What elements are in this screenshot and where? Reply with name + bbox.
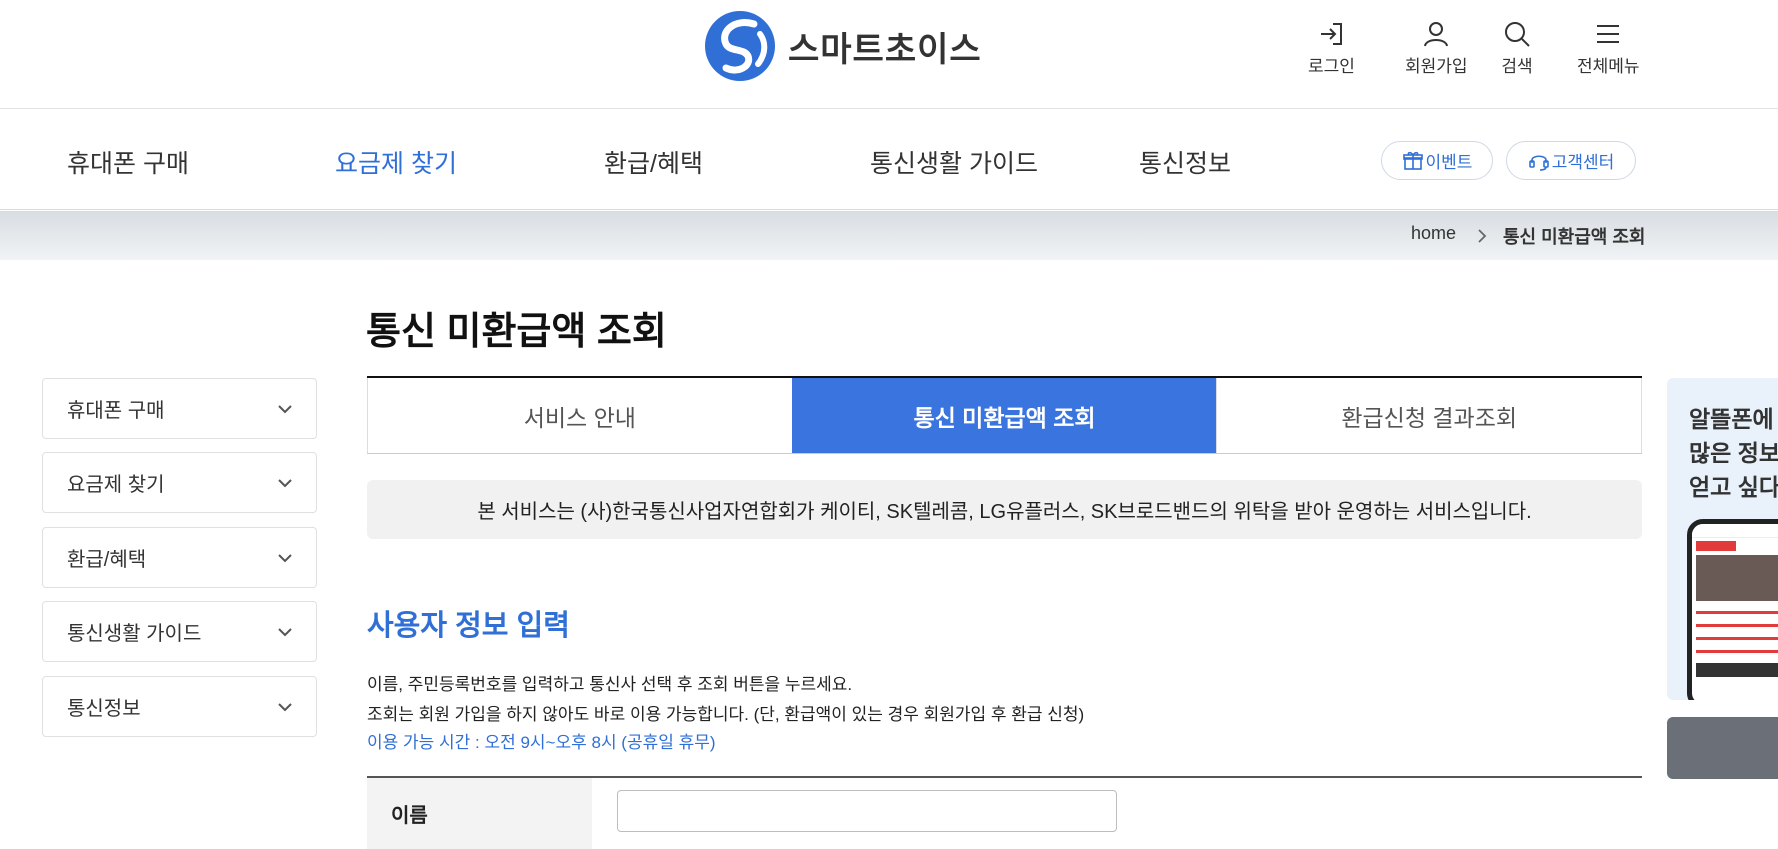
phone-mockup-image (1687, 519, 1778, 700)
side-menu-phone-purchase[interactable]: 휴대폰 구매 (42, 378, 317, 439)
tab-refund-result[interactable]: 환급신청 결과조회 (1216, 378, 1643, 453)
service-notice-text: 본 서비스는 (사)한국통신사업자연합회가 케이티, SK텔레콤, LG유플러스… (477, 501, 1532, 523)
login-label: 로그인 (1308, 57, 1355, 76)
login-button[interactable]: 로그인 (1308, 18, 1355, 77)
breadcrumb: home 통신 미환급액 조회 (0, 211, 1778, 260)
hamburger-icon (1597, 25, 1620, 43)
side-menu-telecom-info[interactable]: 통신정보 (42, 676, 317, 737)
all-menu-button[interactable]: 전체메뉴 (1577, 18, 1640, 77)
headset-icon (1528, 154, 1549, 171)
side-menu-plan-finder[interactable]: 요금제 찾기 (42, 452, 317, 513)
nav-refund-benefit[interactable]: 환급/혜택 (604, 144, 703, 180)
side-menu-label: 통신정보 (67, 698, 141, 720)
all-menu-label: 전체메뉴 (1577, 57, 1640, 76)
chevron-down-icon (278, 554, 292, 563)
section-title: 사용자 정보 입력 (367, 610, 570, 642)
search-button[interactable]: 검색 (1501, 18, 1533, 77)
logo-text: 스마트초이스 (788, 30, 982, 69)
page-title: 통신 미환급액 조회 (366, 311, 667, 353)
user-icon (1424, 22, 1449, 47)
chevron-down-icon (278, 628, 292, 637)
service-notice: 본 서비스는 (사)한국통신사업자연합회가 케이티, SK텔레콤, LG유플러스… (367, 480, 1642, 539)
chevron-down-icon (278, 405, 292, 414)
name-label-text: 이름 (391, 805, 428, 827)
chevron-down-icon (278, 479, 292, 488)
side-menu-label: 통신생활 가이드 (67, 623, 202, 645)
breadcrumb-home[interactable]: home (1411, 223, 1456, 244)
nav-plan-finder[interactable]: 요금제 찾기 (335, 144, 457, 180)
banner-line: 많은 정보 (1689, 440, 1778, 466)
chevron-down-icon (278, 703, 292, 712)
signup-label: 회원가입 (1405, 57, 1468, 76)
content-tabs: 서비스 안내 통신 미환급액 조회 환급신청 결과조회 (367, 376, 1643, 454)
nav-phone-purchase[interactable]: 휴대폰 구매 (67, 144, 189, 180)
smartchoice-logo-icon (705, 11, 775, 81)
chevron-right-icon (1478, 229, 1487, 243)
event-label: 이벤트 (1425, 153, 1473, 172)
tab-service-guide[interactable]: 서비스 안내 (367, 378, 792, 453)
event-button[interactable]: 이벤트 (1381, 141, 1493, 180)
nav-telecom-info[interactable]: 통신정보 (1139, 144, 1231, 180)
signup-button[interactable]: 회원가입 (1405, 18, 1468, 77)
site-logo[interactable]: 스마트초이스 (704, 10, 982, 82)
side-menu-label: 휴대폰 구매 (67, 400, 165, 422)
search-icon (1505, 22, 1530, 47)
banner-line: 알뜰폰에 (1689, 406, 1774, 432)
banner-text: 알뜰폰에 많은 정보 얻고 싶다 (1689, 402, 1778, 504)
name-label: 이름 (367, 778, 592, 849)
search-label: 검색 (1501, 57, 1533, 76)
banner-line: 얻고 싶다 (1689, 474, 1778, 500)
instruction-text: 이름, 주민등록번호를 입력하고 통신사 선택 후 조회 버튼을 누르세요. (367, 675, 853, 694)
side-menu-refund-benefit[interactable]: 환급/혜택 (42, 527, 317, 588)
customer-center-button[interactable]: 고객센터 (1506, 141, 1636, 180)
name-input[interactable] (617, 790, 1117, 832)
side-menu-label: 환급/혜택 (67, 549, 147, 571)
mvno-banner[interactable]: 알뜰폰에 많은 정보 얻고 싶다 (1667, 378, 1778, 700)
membership-note: 조회는 회원 가입을 하지 않아도 바로 이용 가능합니다. (단, 환급액이 … (367, 705, 1085, 724)
login-icon (1321, 23, 1343, 45)
side-menu-label: 요금제 찾기 (67, 474, 165, 496)
top-header: 스마트초이스 로그인 회원가입 검색 전체메뉴 (0, 0, 1778, 109)
tab-unrefunded-inquiry[interactable]: 통신 미환급액 조회 (791, 378, 1217, 453)
side-menu-telecom-guide[interactable]: 통신생활 가이드 (42, 601, 317, 662)
breadcrumb-current: 통신 미환급액 조회 (1503, 227, 1646, 247)
service-hours: 이용 가능 시간 : 오전 9시~오후 8시 (공휴일 휴무) (367, 733, 716, 752)
gift-icon (1402, 151, 1423, 170)
nav-telecom-guide[interactable]: 통신생활 가이드 (870, 144, 1038, 180)
customer-center-label: 고객센터 (1551, 153, 1615, 172)
main-nav: 휴대폰 구매 요금제 찾기 환급/혜택 통신생활 가이드 통신정보 이벤트 고객… (0, 110, 1778, 210)
banner-button[interactable] (1667, 717, 1778, 779)
